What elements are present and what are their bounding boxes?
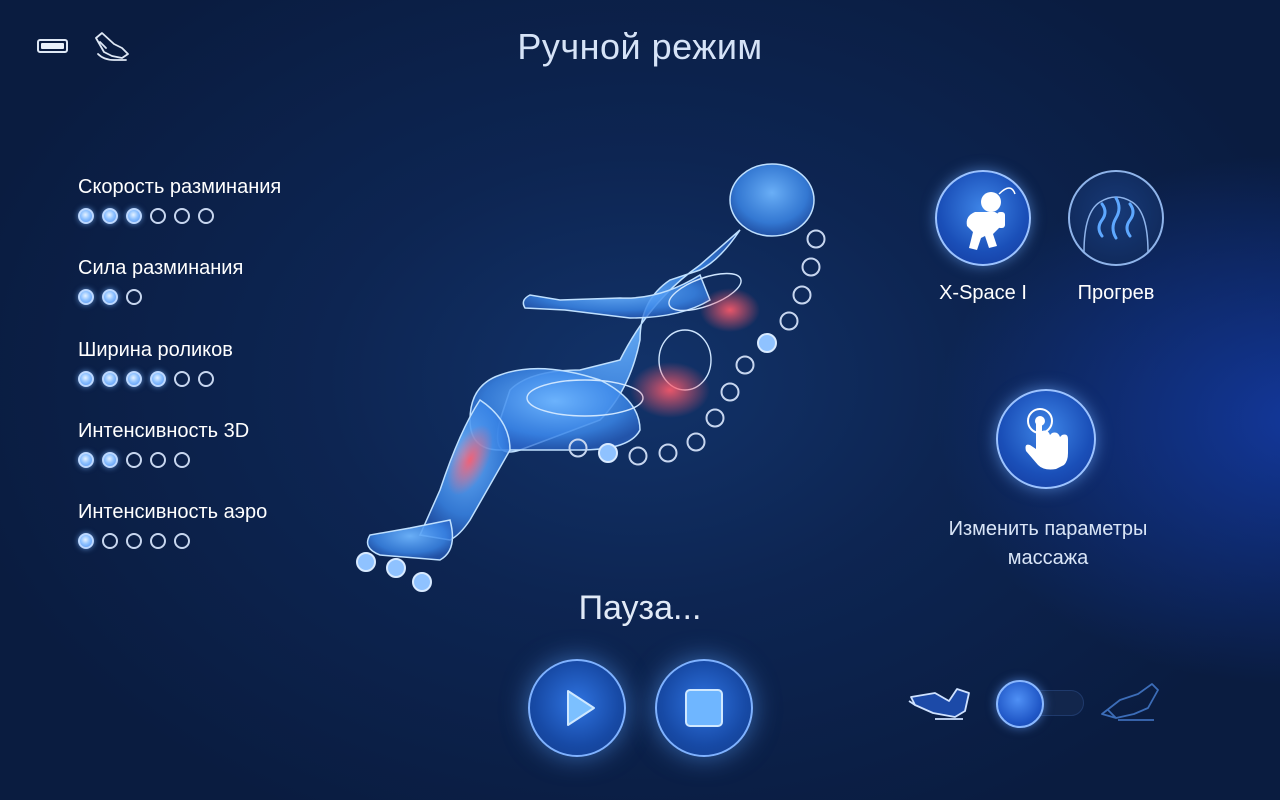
setting-kneading-speed[interactable]: Скорость разминания	[78, 176, 281, 224]
level-dots[interactable]	[78, 208, 281, 224]
setting-label: Сила разминания	[78, 257, 244, 279]
level-dot[interactable]	[150, 371, 166, 387]
level-dot[interactable]	[126, 533, 142, 549]
level-dots[interactable]	[78, 533, 267, 549]
body-silhouette	[366, 163, 815, 561]
level-dot[interactable]	[78, 208, 94, 224]
level-dots[interactable]	[78, 371, 233, 387]
level-dot[interactable]	[126, 289, 142, 305]
chair-upright-icon[interactable]	[905, 683, 975, 723]
level-dot[interactable]	[78, 452, 94, 468]
setting-label: Интенсивность аэро	[78, 501, 268, 523]
warm-button[interactable]	[1068, 170, 1164, 266]
setting-label: Ширина роликов	[78, 339, 233, 361]
warm-label: Прогрев	[1077, 282, 1155, 304]
level-dot[interactable]	[174, 452, 190, 468]
level-dots[interactable]	[78, 452, 249, 468]
setting-roller-width[interactable]: Ширина роликов	[78, 339, 233, 387]
xspace-button[interactable]	[935, 170, 1031, 266]
level-dots[interactable]	[78, 289, 243, 305]
level-dot[interactable]	[174, 208, 190, 224]
level-dot[interactable]	[174, 371, 190, 387]
touch-hand-icon	[1025, 408, 1068, 470]
setting-air-intensity[interactable]: Интенсивность аэро	[78, 501, 267, 549]
body-figure	[356, 163, 826, 592]
level-dot[interactable]	[78, 371, 94, 387]
level-dot[interactable]	[150, 533, 166, 549]
setting-label: Скорость разминания	[78, 176, 282, 198]
level-dot[interactable]	[102, 533, 118, 549]
level-dot[interactable]	[78, 289, 94, 305]
level-dot[interactable]	[126, 208, 142, 224]
change-params-label: Изменить параметры массажа	[948, 518, 1148, 569]
setting-kneading-strength[interactable]: Сила разминания	[78, 257, 243, 305]
change-params-button[interactable]	[996, 389, 1096, 489]
level-dot[interactable]	[174, 533, 190, 549]
level-dot[interactable]	[126, 371, 142, 387]
xspace-label: X-Space I	[939, 282, 1027, 304]
heat-back-icon	[1083, 196, 1149, 253]
level-dot[interactable]	[78, 533, 94, 549]
level-dot[interactable]	[102, 208, 118, 224]
recline-toggle-knob[interactable]	[996, 680, 1044, 728]
setting-label: Интенсивность 3D	[78, 420, 250, 442]
status-text: Пауза...	[578, 589, 702, 627]
level-dot[interactable]	[150, 452, 166, 468]
level-dot[interactable]	[126, 452, 142, 468]
level-dot[interactable]	[198, 208, 214, 224]
level-dot[interactable]	[198, 371, 214, 387]
level-dot[interactable]	[102, 289, 118, 305]
stop-icon	[685, 689, 723, 727]
level-dot[interactable]	[102, 452, 118, 468]
level-dot[interactable]	[150, 208, 166, 224]
setting-3d-intensity[interactable]: Интенсивность 3D	[78, 420, 249, 468]
astronaut-icon	[966, 187, 1016, 250]
level-dot[interactable]	[102, 371, 118, 387]
play-icon	[567, 690, 595, 726]
stop-button[interactable]	[655, 659, 753, 757]
play-button[interactable]	[528, 659, 626, 757]
page-title: Ручной режим	[517, 26, 763, 67]
chair-reclined-icon[interactable]	[1098, 680, 1162, 724]
